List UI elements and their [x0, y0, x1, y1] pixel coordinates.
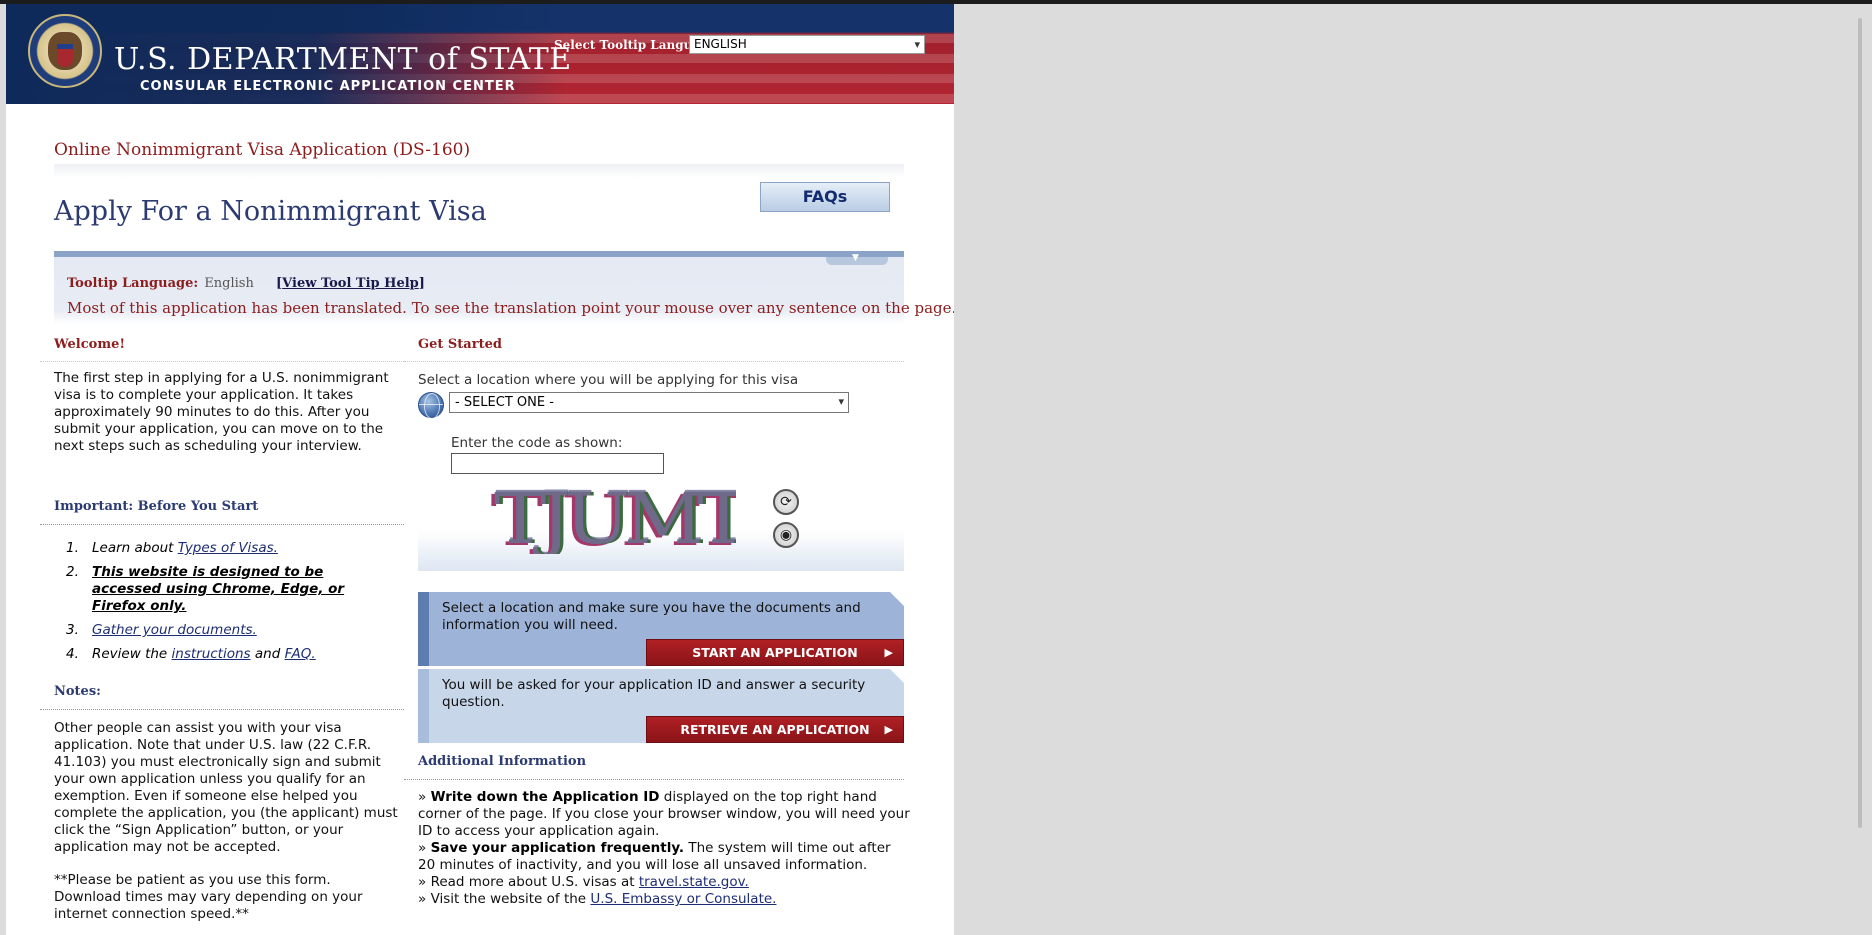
gather-documents-link[interactable]: Gather your documents. — [92, 622, 257, 638]
list-item: 2. This website is designed to be accesse… — [54, 564, 394, 615]
retrieve-application-label: RETRIEVE AN APPLICATION — [680, 722, 870, 737]
panel-accent-bar — [418, 669, 429, 743]
tooltip-language-heading: Tooltip Language: — [67, 276, 199, 291]
start-application-label: START AN APPLICATION — [692, 645, 858, 660]
travel-state-gov-link[interactable]: travel.state.gov. — [639, 874, 749, 890]
tooltip-language-select[interactable]: ENGLISH ▾ — [689, 35, 925, 54]
important-heading: Important: Before You Start — [54, 499, 259, 514]
chevron-down-icon: ▾ — [838, 395, 844, 408]
panel-corner — [890, 592, 904, 606]
audio-icon[interactable]: ◉ — [773, 522, 799, 548]
info-item: » Write down the Application ID displaye… — [418, 789, 910, 840]
bullet: » — [418, 789, 431, 805]
tooltip-language-current: English — [204, 276, 254, 291]
divider — [40, 524, 404, 525]
translation-notice: Tooltip Language: English [View Tool Tip… — [54, 257, 954, 324]
additional-information-heading: Additional Information — [418, 754, 587, 769]
start-application-button[interactable]: START AN APPLICATION ▶ — [646, 639, 904, 666]
list-text: Review the — [92, 646, 172, 662]
bullet: » — [418, 874, 431, 890]
list-number: 4. — [66, 646, 79, 662]
captcha-code-label: Enter the code as shown: — [451, 435, 623, 451]
before-you-start-list: 1. Learn about Types of Visas. 2. This web… — [54, 540, 394, 670]
title-divider — [54, 164, 904, 178]
collapse-icon: ▼ — [852, 253, 859, 263]
tooltip-language-value: ENGLISH — [694, 37, 747, 51]
bullet: » — [418, 840, 431, 856]
tooltip-help-wrapper: [View Tool Tip Help] — [276, 276, 425, 291]
divider — [404, 361, 904, 362]
scrollbar[interactable] — [1858, 18, 1862, 828]
bullet: » — [418, 891, 431, 907]
instructions-link[interactable]: instructions — [172, 646, 251, 662]
types-of-visas-link[interactable]: Types of Visas. — [178, 540, 278, 556]
divider — [40, 709, 404, 710]
arrow-right-icon: ▶ — [884, 723, 893, 736]
divider — [40, 361, 404, 362]
start-application-panel: Select a location and make sure you have… — [418, 592, 904, 666]
browser-support-link[interactable]: This website is designed to be accessed … — [92, 564, 344, 614]
captcha-image: TJUMT — [486, 482, 736, 554]
list-number: 2. — [66, 564, 79, 580]
welcome-heading: Welcome! — [54, 337, 126, 352]
patience-note: **Please be patient as you use this form… — [54, 872, 363, 922]
location-select-value: - SELECT ONE - — [455, 395, 554, 410]
retrieve-application-button[interactable]: RETRIEVE AN APPLICATION ▶ — [646, 716, 904, 743]
notes-text: Other people can assist you with your vi… — [54, 720, 398, 855]
location-select[interactable]: - SELECT ONE - ▾ — [449, 392, 849, 413]
department-title: U.S. DEPARTMENT of STATE — [114, 42, 572, 77]
info-bold: Write down the Application ID — [430, 789, 660, 805]
get-started-heading: Get Started — [418, 337, 502, 352]
page-title: Apply For a Nonimmigrant Visa — [54, 196, 487, 227]
view-tooltip-help-link[interactable]: View Tool Tip Help — [282, 276, 419, 291]
location-label: Select a location where you will be appl… — [418, 372, 799, 388]
divider — [404, 779, 904, 780]
list-item: 4. Review the instructions and FAQ. — [54, 646, 394, 663]
translation-top-border — [54, 251, 904, 257]
application-subtitle: Online Nonimmigrant Visa Application (DS… — [54, 140, 471, 160]
additional-information-list: » Write down the Application ID displaye… — [418, 789, 910, 908]
shield-icon — [57, 44, 73, 67]
state-department-seal-icon — [28, 14, 102, 88]
list-text: Learn about — [92, 540, 178, 556]
retrieve-application-text: You will be asked for your application I… — [442, 677, 866, 710]
captcha-code-input[interactable] — [451, 453, 664, 474]
info-item: » Visit the website of the U.S. Embassy … — [418, 891, 910, 908]
list-number: 1. — [66, 540, 79, 556]
page-container: U.S. DEPARTMENT of STATE CONSULAR ELECTR… — [6, 4, 954, 935]
translation-line: Tooltip Language: English [View Tool Tip… — [67, 276, 425, 291]
faq-link[interactable]: FAQ. — [285, 646, 316, 662]
department-subtitle: CONSULAR ELECTRONIC APPLICATION CENTER — [140, 79, 516, 94]
collapse-tab[interactable]: ▼ — [826, 253, 888, 265]
faqs-button[interactable]: FAQs — [760, 182, 890, 212]
welcome-text: The first step in applying for a U.S. no… — [54, 370, 389, 454]
captcha-text: TJUMT — [494, 482, 736, 554]
chevron-down-icon: ▾ — [914, 38, 920, 51]
embassy-consulate-link[interactable]: U.S. Embassy or Consulate. — [590, 891, 776, 907]
globe-icon — [418, 392, 444, 419]
header-banner: U.S. DEPARTMENT of STATE CONSULAR ELECTR… — [6, 4, 954, 104]
notes-heading: Notes: — [54, 684, 101, 699]
panel-corner — [890, 669, 904, 683]
start-application-text: Select a location and make sure you have… — [442, 600, 861, 633]
list-text: and — [250, 646, 285, 662]
panel-accent-bar — [418, 592, 429, 666]
list-item: 3. Gather your documents. — [54, 622, 394, 639]
translation-message: Most of this application has been transl… — [67, 299, 954, 317]
retrieve-application-panel: You will be asked for your application I… — [418, 669, 904, 743]
info-item: » Save your application frequently. The … — [418, 840, 910, 874]
info-text: Read more about U.S. visas at — [430, 874, 639, 890]
info-item: » Read more about U.S. visas at travel.s… — [418, 874, 910, 891]
arrow-right-icon: ▶ — [884, 646, 893, 659]
info-bold: Save your application frequently. — [430, 840, 685, 856]
list-item: 1. Learn about Types of Visas. — [54, 540, 394, 557]
list-number: 3. — [66, 622, 79, 638]
refresh-icon[interactable]: ⟳ — [773, 489, 799, 515]
info-text: Visit the website of the — [430, 891, 591, 907]
